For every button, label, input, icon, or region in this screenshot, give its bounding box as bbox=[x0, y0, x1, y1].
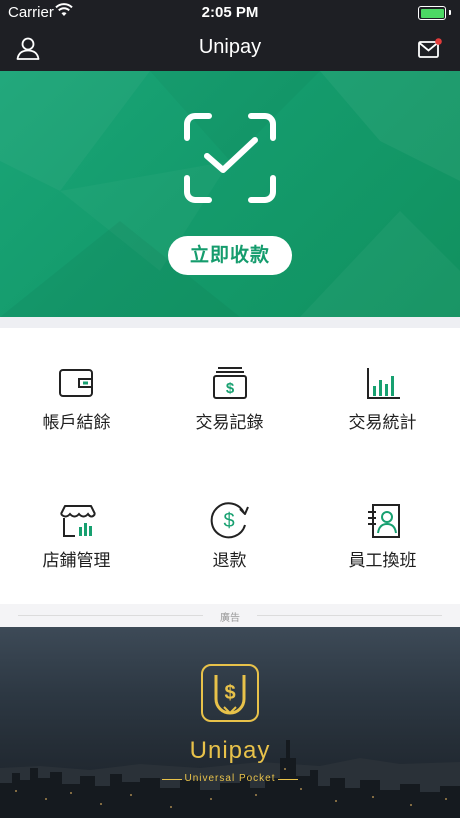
staff-shift-icon bbox=[368, 504, 400, 538]
menu-item-label: 交易統計 bbox=[348, 413, 417, 432]
menu-item-refund[interactable]: $ 退款 bbox=[153, 466, 306, 604]
status-bar: Carrier 2:05 PM bbox=[0, 0, 460, 26]
scan-check-icon[interactable] bbox=[183, 112, 277, 204]
menu-item-transaction-statistics[interactable]: 交易統計 bbox=[306, 328, 459, 466]
notification-dot bbox=[435, 38, 442, 45]
ad-banner[interactable]: $ Unipay Universal Pocket bbox=[0, 627, 460, 818]
menu-item-label: 帳戶結餘 bbox=[42, 413, 111, 432]
menu-item-label: 交易記錄 bbox=[195, 413, 264, 432]
battery-icon bbox=[418, 6, 446, 20]
ad-tagline: Universal Pocket bbox=[184, 773, 276, 784]
page-title: Unipay bbox=[198, 36, 262, 58]
ad-brand-name: Unipay bbox=[189, 737, 271, 764]
nav-bar: Unipay bbox=[0, 26, 460, 71]
menu-item-label: 店鋪管理 bbox=[42, 551, 111, 570]
ad-label: 廣告 bbox=[220, 613, 240, 624]
wallet-icon bbox=[59, 369, 93, 397]
menu-item-staff-shift[interactable]: 員工換班 bbox=[306, 466, 459, 604]
menu-item-transaction-records[interactable]: $ 交易記錄 bbox=[153, 328, 306, 466]
mail-icon[interactable] bbox=[417, 37, 443, 63]
collect-payment-button[interactable]: 立即收款 bbox=[168, 236, 292, 275]
ad-separator: 廣告 bbox=[0, 604, 460, 627]
divider-line bbox=[278, 779, 298, 780]
menu-item-label: 員工換班 bbox=[348, 551, 417, 570]
refund-icon: $ bbox=[210, 502, 249, 539]
svg-text:$: $ bbox=[224, 682, 235, 704]
unipay-logo: $ bbox=[201, 664, 259, 722]
bar-chart-icon bbox=[367, 368, 400, 399]
store-icon bbox=[60, 505, 96, 537]
svg-text:$: $ bbox=[226, 380, 235, 397]
svg-text:$: $ bbox=[223, 510, 234, 532]
section-divider bbox=[0, 317, 460, 328]
menu-item-store-management[interactable]: 店鋪管理 bbox=[0, 466, 153, 604]
hero-banner: 立即收款 bbox=[0, 71, 460, 317]
menu-grid: 帳戶結餘 $ 交易記錄 交易統計 店鋪管理 $ 退款 員工換班 bbox=[0, 328, 460, 604]
menu-item-label: 退款 bbox=[212, 551, 247, 570]
clock: 2:05 PM bbox=[201, 4, 259, 21]
menu-item-account-balance[interactable]: 帳戶結餘 bbox=[0, 328, 153, 466]
cash-record-icon: $ bbox=[213, 367, 247, 399]
divider-line bbox=[257, 615, 442, 616]
